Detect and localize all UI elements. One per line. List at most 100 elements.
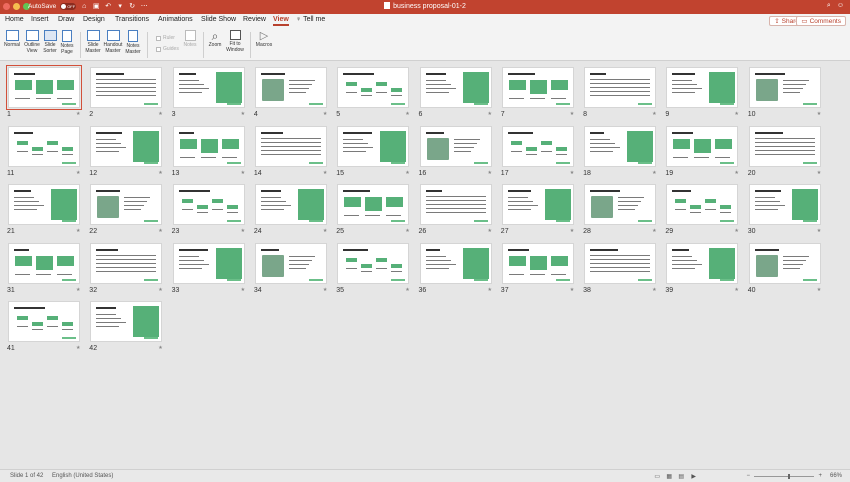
slide-thumbnail[interactable] [584, 67, 657, 108]
slide-thumbnail[interactable] [584, 125, 657, 167]
tab-transitions[interactable]: Transitions [115, 16, 149, 23]
reading-view-status-icon[interactable]: ▤ [678, 473, 684, 480]
slide-thumbnail[interactable] [584, 242, 657, 284]
zoom-out-icon[interactable]: − [746, 473, 750, 479]
slide-transition-icon: ★ [76, 345, 81, 351]
slide-thumbnail[interactable] [172, 125, 245, 167]
slide-footer-logo [802, 220, 817, 222]
slide-image-placeholder [97, 196, 120, 218]
slide-thumbnail[interactable] [90, 301, 163, 342]
slide-thumbnail[interactable] [748, 67, 821, 108]
slide-transition-icon: ★ [76, 111, 81, 117]
slide-text-line [453, 138, 480, 140]
slide-thumbnail[interactable] [501, 242, 574, 284]
slide-thumbnail[interactable] [584, 184, 657, 225]
slide-thumbnail[interactable] [254, 67, 327, 108]
slide-sorter-status-icon[interactable]: ▦ [666, 473, 672, 480]
slide-text-line [178, 80, 199, 82]
tab-insert[interactable]: Insert [31, 16, 49, 23]
slide-thumbnail[interactable] [8, 301, 80, 342]
ruler-checkbox[interactable]: Ruler [156, 35, 175, 41]
document-title: business proposal-01-2 [0, 2, 850, 10]
zoom-slider[interactable] [754, 474, 814, 479]
slide-text-line [343, 150, 367, 152]
slide-thumbnail[interactable] [8, 125, 80, 167]
slide-thumbnail[interactable] [501, 67, 574, 108]
tab-review[interactable]: Review [243, 16, 266, 23]
slide-thumbnail[interactable] [254, 125, 327, 167]
slide-thumbnail[interactable] [8, 184, 80, 225]
slide-thumbnail[interactable] [90, 184, 163, 225]
slide-thumbnail[interactable] [666, 125, 739, 167]
slide-transition-icon: ★ [569, 169, 575, 176]
slide-thumbnail[interactable] [337, 67, 410, 108]
zoom-in-icon[interactable]: + [818, 473, 822, 479]
slide-thumbnail[interactable] [172, 67, 245, 108]
slide-thumbnail[interactable] [501, 125, 574, 167]
slide-text-line [96, 266, 157, 268]
slide-thumbnail[interactable] [337, 184, 410, 225]
slide-thumbnail[interactable] [666, 67, 739, 108]
slide-thumbnail[interactable] [172, 242, 245, 284]
normal-view-status-icon[interactable]: ▭ [654, 473, 660, 480]
slide-text-line [260, 141, 321, 143]
guides-checkbox[interactable]: Guides [156, 46, 179, 52]
zoom-level[interactable]: 66% [830, 473, 842, 479]
search-icon[interactable]: ⌕ [827, 2, 831, 10]
slide-thumbnail[interactable] [419, 67, 492, 108]
tab-draw[interactable]: Draw [58, 16, 74, 23]
slide-thumbnail[interactable] [748, 242, 821, 284]
macros-button[interactable]: ▷ Macros [254, 30, 274, 49]
smiley-feedback-icon[interactable]: ☺ [837, 2, 844, 10]
slide-green-block [57, 255, 74, 266]
notes-toggle-button[interactable]: Notes [181, 30, 199, 49]
slideshow-status-icon[interactable]: ▶ [691, 473, 696, 480]
slide-thumbnail[interactable] [419, 125, 492, 167]
fit-to-window-button[interactable]: Fit to Window [224, 30, 246, 53]
slide-text-line [124, 201, 148, 203]
slide-thumbnail[interactable] [254, 242, 327, 284]
comments-button[interactable]: ▭ Comments [796, 16, 846, 26]
language-status[interactable]: English (United States) [52, 473, 113, 479]
slide-thumbnail[interactable] [90, 242, 163, 284]
slide-sorter-button[interactable]: Slide Sorter [42, 30, 58, 54]
tab-design[interactable]: Design [83, 16, 105, 23]
slide-thumbnail[interactable] [666, 184, 739, 225]
tab-slide-show[interactable]: Slide Show [201, 16, 236, 23]
slide-thumbnail[interactable] [666, 242, 739, 284]
slide-number: 16 [418, 169, 427, 177]
slide-thumbnail[interactable] [8, 242, 80, 284]
slide-text-line [672, 92, 696, 94]
slide-sorter-pane[interactable]: 1 ★ 2 ★ 3 ★ 4 ★ 5 ★ 6 ★ 7 ★ 8 ★ 9 ★ 10 ★ 11 ★ 12 ★ 13 ★ 14 ★ 15 ★ 16 ★ 1… [0, 61, 850, 469]
tab-animations[interactable]: Animations [158, 16, 193, 23]
slide-thumbnail[interactable] [254, 184, 327, 225]
slide-thumbnail[interactable] [6, 65, 82, 110]
zoom-slider-knob[interactable] [788, 474, 790, 479]
slide-text-line [555, 153, 567, 155]
normal-view-button[interactable]: Normal [3, 30, 21, 49]
slide-thumbnail[interactable] [90, 125, 163, 167]
slide-thumbnail[interactable] [172, 184, 245, 225]
notes-master-button[interactable]: Notes Master [124, 30, 142, 55]
slide-thumbnail[interactable] [90, 67, 163, 108]
slide-thumbnail[interactable] [501, 184, 574, 225]
slide-green-block [709, 72, 736, 103]
slide-thumbnail[interactable] [748, 184, 821, 225]
slide-thumbnail[interactable] [337, 125, 410, 167]
notes-page-button[interactable]: Notes Page [59, 30, 75, 55]
slide-text-line [17, 326, 28, 328]
slide-footer-logo [144, 337, 159, 339]
slide-thumbnail[interactable] [748, 125, 821, 167]
slide-text-line [15, 273, 30, 275]
tab-view[interactable]: View [273, 16, 289, 26]
slide-thumbnail[interactable] [419, 242, 492, 284]
slide-master-button[interactable]: Slide Master [84, 30, 102, 54]
tell-me-search[interactable]: ♀ Tell me [296, 16, 325, 23]
handout-master-button[interactable]: Handout Master [103, 30, 123, 54]
slide-thumbnail[interactable] [419, 184, 492, 225]
zoom-button[interactable]: ⌕ Zoom [207, 30, 223, 49]
tab-home[interactable]: Home [5, 16, 24, 23]
slide-thumbnail[interactable] [337, 242, 410, 284]
slide-green-block [510, 140, 522, 145]
outline-view-button[interactable]: Outline View [22, 30, 42, 54]
